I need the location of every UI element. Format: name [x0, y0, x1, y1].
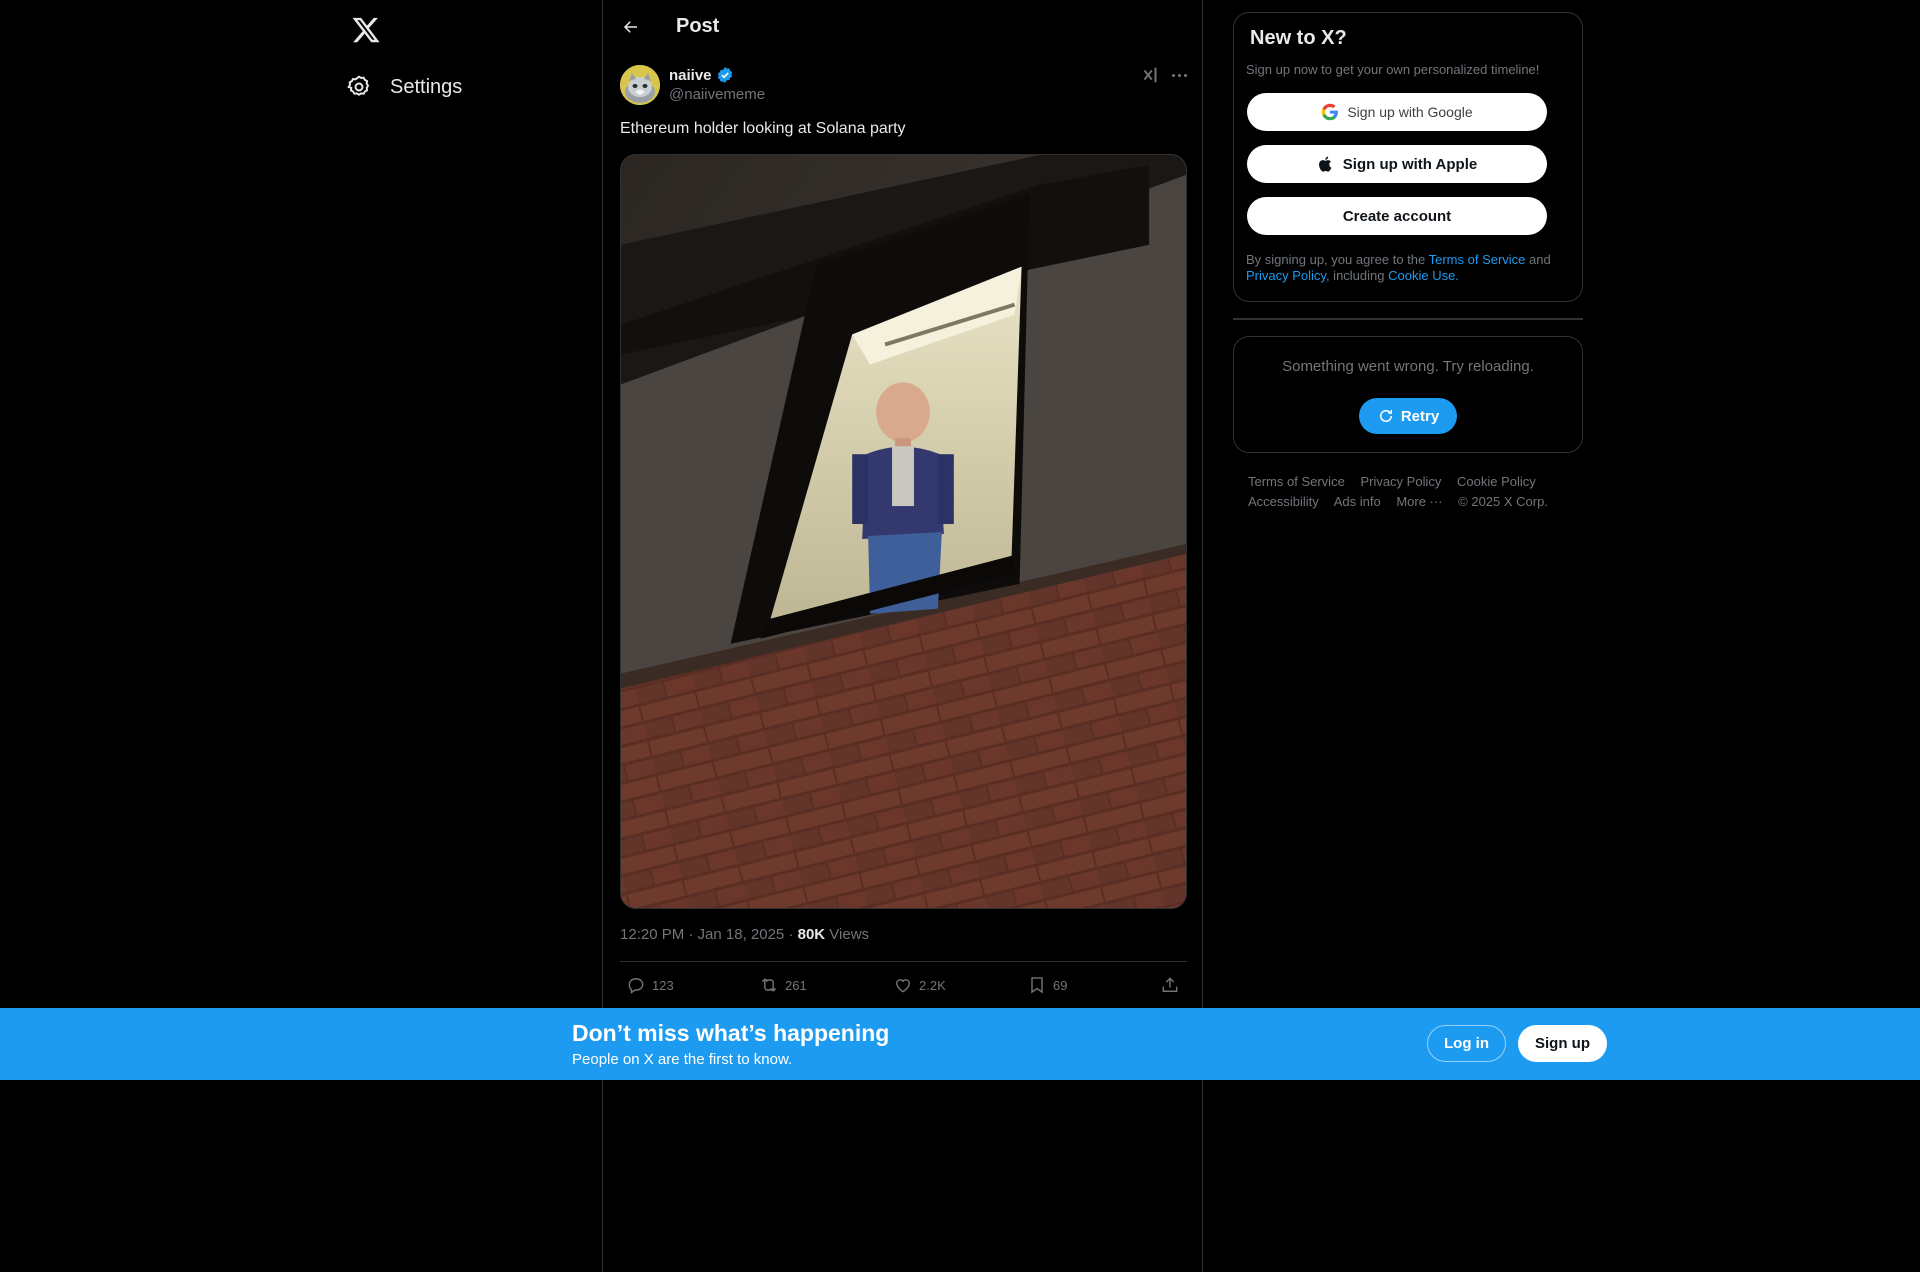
divider — [1233, 318, 1583, 320]
like-count: 2.2K — [919, 977, 946, 993]
signup-card: New to X? Sign up now to get your own pe… — [1233, 12, 1583, 302]
post-text: Ethereum holder looking at Solana party — [620, 120, 906, 137]
sign-up-button[interactable]: Sign up — [1518, 1025, 1607, 1062]
divider — [620, 961, 1187, 962]
author-handle[interactable]: @naiivememe — [669, 86, 765, 103]
reply-button[interactable]: 123 — [626, 974, 674, 996]
login-banner: Don’t miss what’s happening People on X … — [0, 1008, 1920, 1080]
reply-count: 123 — [652, 977, 674, 993]
like-button[interactable]: 2.2K — [893, 974, 946, 996]
x-logo-icon[interactable] — [346, 10, 386, 50]
post-actions: 123 261 2.2K 69 — [620, 974, 1187, 998]
cookie-use-link[interactable]: Cookie Use. — [1388, 268, 1459, 283]
footer-terms-link[interactable]: Terms of Service — [1248, 474, 1345, 489]
signup-title: New to X? — [1250, 27, 1347, 49]
bookmark-count: 69 — [1053, 977, 1068, 993]
create-account-label: Create account — [1342, 207, 1452, 225]
footer-copyright: © 2025 X Corp. — [1458, 494, 1548, 509]
error-message: Something went wrong. Try reloading. — [1282, 358, 1534, 375]
bookmark-button[interactable]: 69 — [1027, 974, 1067, 996]
post-meta: 12:20 PM · Jan 18, 2025 · 80K Views — [620, 926, 869, 943]
signup-google-button[interactable]: Sign up with Google — [1247, 93, 1547, 131]
post-header: Post — [603, 0, 1203, 53]
settings-label: Settings — [390, 75, 463, 98]
page-title: Post — [676, 15, 720, 37]
signup-legal: By signing up, you agree to the Terms of… — [1246, 252, 1576, 284]
error-card: Something went wrong. Try reloading. Ret… — [1233, 336, 1583, 453]
signup-apple-button[interactable]: Sign up with Apple — [1247, 145, 1547, 183]
log-in-button[interactable]: Log in — [1427, 1025, 1506, 1062]
footer-more-link[interactable]: More ··· — [1396, 494, 1442, 509]
more-dots-icon[interactable] — [1168, 64, 1190, 86]
post-column: Post naiive @naiivememe Ethereum holder … — [602, 0, 1203, 1272]
repost-button[interactable]: 261 — [759, 974, 807, 996]
footer-cookie-link[interactable]: Cookie Policy — [1457, 474, 1536, 489]
legal-and: and — [1525, 252, 1551, 267]
verified-badge-icon — [717, 67, 732, 83]
footer-accessibility-link[interactable]: Accessibility — [1248, 494, 1319, 509]
signup-apple-label: Sign up with Apple — [1342, 155, 1478, 173]
retry-label: Retry — [1400, 407, 1440, 425]
share-icon — [1162, 977, 1178, 992]
legal-including: , including — [1325, 268, 1389, 283]
views-count: 80K — [797, 926, 826, 943]
avatar[interactable] — [620, 65, 660, 105]
google-icon — [1322, 103, 1339, 121]
terms-link[interactable]: Terms of Service — [1429, 252, 1526, 267]
back-button[interactable] — [617, 13, 645, 41]
grok-icon[interactable] — [1139, 64, 1161, 86]
share-button[interactable] — [1160, 974, 1180, 996]
footer-links: Terms of Service Privacy Policy Cookie P… — [1248, 472, 1578, 512]
footer-ads-link[interactable]: Ads info — [1334, 494, 1381, 509]
author-name-text: naiive — [669, 66, 712, 84]
refresh-icon — [1379, 410, 1392, 422]
views-label: Views — [825, 926, 870, 943]
privacy-link[interactable]: Privacy Policy — [1246, 268, 1326, 283]
create-account-button[interactable]: Create account — [1247, 197, 1547, 235]
banner-title: Don’t miss what’s happening — [572, 1020, 890, 1046]
reply-icon — [628, 978, 644, 994]
retry-button[interactable]: Retry — [1359, 398, 1457, 434]
footer-privacy-link[interactable]: Privacy Policy — [1360, 474, 1441, 489]
nav-settings[interactable]: Settings — [346, 68, 462, 106]
repost-count: 261 — [785, 977, 807, 993]
author-name[interactable]: naiive — [669, 66, 734, 84]
banner-subtitle: People on X are the first to know. — [572, 1051, 793, 1068]
post-timestamp[interactable]: 12:20 PM · Jan 18, 2025 · — [620, 926, 798, 943]
signup-google-label: Sign up with Google — [1347, 104, 1473, 120]
left-navigation: Settings — [330, 0, 602, 1272]
signup-subtitle: Sign up now to get your own personalized… — [1246, 62, 1540, 77]
apple-icon — [1318, 156, 1332, 172]
legal-prefix: By signing up, you agree to the — [1246, 252, 1429, 267]
repost-icon — [761, 978, 777, 992]
bookmark-icon — [1031, 977, 1043, 994]
heart-icon — [896, 979, 910, 993]
post-image[interactable] — [620, 154, 1187, 909]
arrow-left-icon — [623, 21, 637, 33]
gear-icon — [347, 75, 370, 96]
